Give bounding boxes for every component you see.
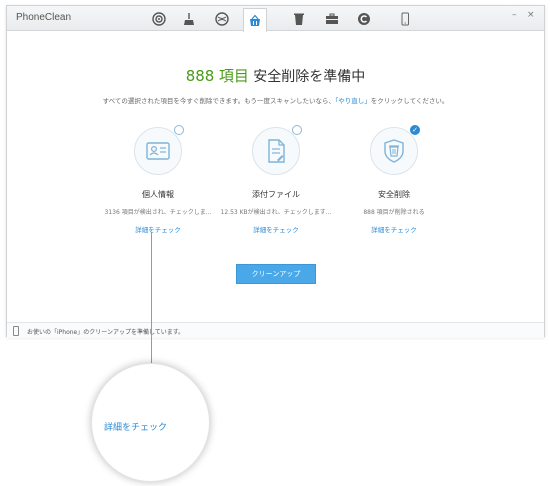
broom-icon [184, 13, 194, 25]
zoom-callout: 詳細をチェック [91, 363, 210, 482]
attachments-circle [252, 125, 302, 175]
select-checkbox-checked[interactable]: ✓ [410, 125, 420, 135]
attachments-column: 添付ファイル 12.53 KBが検出され、チェックします... 詳細をチェック [216, 125, 336, 234]
column-description: 888 項目が削除される [363, 209, 425, 216]
personal-info-column: 個人情報 3136 項目が検出され、チェックしま... 詳細をチェック [98, 125, 218, 234]
phone-icon [401, 12, 409, 26]
minimize-button[interactable]: – [512, 10, 517, 20]
select-checkbox[interactable] [292, 125, 302, 135]
basket-icon [250, 14, 260, 26]
toolbar-refresh-button[interactable] [352, 9, 376, 29]
phone-icon [13, 326, 19, 336]
column-title: 個人情報 [142, 190, 174, 199]
check-details-link[interactable]: 詳細をチェック [98, 224, 218, 234]
document-icon [268, 139, 285, 163]
close-button[interactable]: × [527, 10, 535, 20]
toolbar-trash-button[interactable] [287, 9, 311, 29]
target-icon [152, 12, 166, 26]
shield-trash-icon [384, 139, 404, 163]
device-button[interactable] [393, 9, 417, 29]
personal-info-circle [134, 125, 184, 175]
toolbar-globe-button[interactable] [210, 9, 234, 29]
toolbar-broom-button[interactable] [177, 9, 201, 29]
select-checkbox[interactable] [174, 125, 184, 135]
instruction-text: すべての選択された項目を今すぐ削除できます。もう一度スキャンしたいなら、「やり直… [7, 95, 544, 105]
instruction-suffix: をクリックしてください。 [370, 97, 449, 105]
redo-link[interactable]: 「やり直し」 [335, 97, 371, 105]
column-title: 安全削除 [378, 190, 410, 199]
toolbar-basket-button[interactable] [243, 8, 267, 32]
cleanup-button[interactable]: クリーンアップ [236, 264, 316, 284]
secure-delete-circle: ✓ [370, 125, 420, 175]
main-content: 888 項目 安全削除を準備中 すべての選択された項目を今すぐ削除できます。もう… [7, 32, 544, 322]
globe-icon [215, 12, 229, 26]
secure-delete-column: ✓ 安全削除 888 項目が削除される 詳細をチェック [334, 125, 454, 234]
toolbox-icon [326, 13, 338, 24]
toolbar-toolbox-button[interactable] [320, 9, 344, 29]
refresh-c-icon [358, 13, 370, 25]
headline-text: 安全削除を準備中 [253, 69, 366, 85]
zoom-callout-text: 詳細をチェック [104, 423, 168, 433]
check-details-link[interactable]: 詳細をチェック [334, 224, 454, 234]
app-title: PhoneClean [16, 12, 72, 23]
toolbar-target-button[interactable] [147, 9, 171, 29]
app-window: PhoneClean – × 888 項目 安全削除を準備中 すべての選択された… [6, 5, 545, 338]
check-details-link[interactable]: 詳細をチェック [216, 224, 336, 234]
title-bar: PhoneClean – × [7, 6, 544, 32]
item-unit: 項目 [218, 67, 249, 85]
page-title: 888 項目 安全削除を準備中 [7, 65, 544, 86]
column-description: 3136 項目が検出され、チェックしま... [104, 209, 212, 216]
contact-card-icon [146, 142, 170, 160]
callout-line [151, 232, 152, 363]
instruction-prefix: すべての選択された項目を今すぐ削除できます。もう一度スキャンしたいなら、 [102, 97, 336, 105]
item-count: 888 [185, 67, 215, 85]
column-title: 添付ファイル [252, 190, 300, 199]
column-description: 12.53 KBが検出され、チェックします... [220, 209, 332, 216]
trash-icon [294, 13, 304, 25]
status-bar: お使いの「iPhone」のクリーンアップを準備しています。 [7, 322, 544, 338]
status-text: お使いの「iPhone」のクリーンアップを準備しています。 [27, 329, 185, 336]
